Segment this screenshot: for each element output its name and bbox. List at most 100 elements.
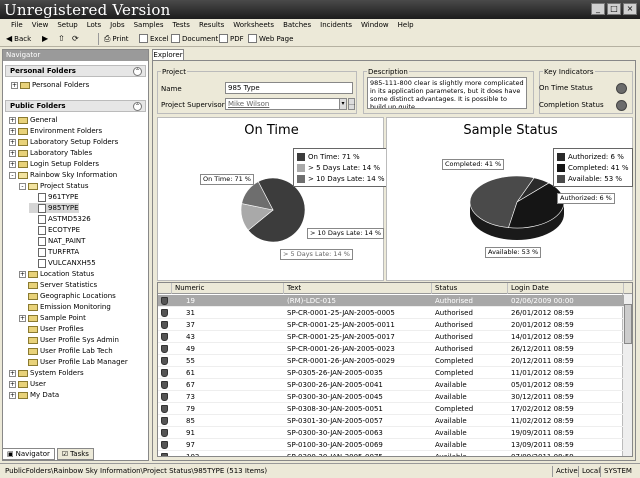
expand-icon[interactable]: + (9, 160, 16, 168)
column-header-status[interactable]: Status (432, 283, 508, 294)
supervisor-dropdown-icon[interactable]: ▾ (339, 98, 347, 110)
tree-item[interactable]: + My Data (9, 390, 59, 400)
menu-lots[interactable]: Lots (87, 21, 101, 29)
collapse-chevron-icon[interactable]: ⌃ (133, 66, 142, 76)
pdf-button[interactable]: PDF (217, 32, 246, 45)
tree-item[interactable]: VULCANXH55 (29, 258, 96, 268)
tree-item[interactable]: Geographic Locations (19, 291, 116, 301)
personal-folders-header[interactable]: Personal Folders ⌃ (5, 65, 146, 77)
menu-help[interactable]: Help (398, 21, 414, 29)
table-row[interactable]: 73 SP-0300-30-JAN-2005-0045 Available 30/12… (158, 391, 624, 403)
expand-icon[interactable]: + (19, 314, 26, 322)
column-header-numeric[interactable]: Numeric (172, 283, 284, 294)
print-button[interactable]: ⎙ Print (102, 32, 131, 45)
menu-file[interactable]: File (11, 21, 23, 29)
table-row[interactable]: 91 SP-0300-30-JAN-2005-0063 Available 19/09… (158, 427, 624, 439)
tree-item[interactable]: Server Statistics (19, 280, 97, 290)
tree-item[interactable]: + Laboratory Tables (9, 148, 92, 158)
menu-tests[interactable]: Tests (173, 21, 190, 29)
table-row[interactable]: 43 SP-CR-0001-25-JAN-2005-0017 Authorised 1… (158, 331, 624, 343)
close-button[interactable]: × (623, 3, 637, 15)
supervisor-field[interactable]: Mike Wilson (225, 98, 343, 110)
expand-icon[interactable]: + (9, 138, 16, 146)
tree-item[interactable]: + Environment Folders (9, 126, 102, 136)
maximize-button[interactable]: □ (607, 3, 621, 15)
public-folders-header[interactable]: Public Folders ⌃ (5, 100, 146, 112)
menu-incidents[interactable]: Incidents (320, 21, 352, 29)
tree-item[interactable]: + User (9, 379, 46, 389)
menu-worksheets[interactable]: Worksheets (233, 21, 274, 29)
tree-item-personal-folders[interactable]: + Personal Folders (11, 80, 89, 90)
tree-item[interactable]: + System Folders (9, 368, 84, 378)
tree-item[interactable]: 985TYPE (29, 203, 79, 213)
collapse-icon[interactable]: - (19, 182, 26, 190)
back-button[interactable]: ◀ Back (4, 32, 33, 45)
tree-item[interactable]: + Location Status (19, 269, 94, 279)
tab-tasks[interactable]: ☑ Tasks (56, 448, 94, 460)
tree-item[interactable]: User Profile Lab Tech (19, 346, 113, 356)
collapse-icon[interactable]: - (9, 171, 16, 179)
project-name-field[interactable]: 985 Type (225, 82, 353, 94)
excel-button[interactable]: Excel (137, 32, 171, 45)
menu-window[interactable]: Window (361, 21, 389, 29)
column-header-text[interactable]: Text (284, 283, 432, 294)
tree-item[interactable]: ECOTYPE (29, 225, 80, 235)
tree-item[interactable]: + General (9, 115, 58, 125)
menu-setup[interactable]: Setup (57, 21, 77, 29)
expand-icon[interactable]: + (9, 127, 16, 135)
webpage-button[interactable]: Web Page (246, 32, 295, 45)
table-row[interactable]: 85 SP-0301-30-JAN-2005-0057 Available 11/02… (158, 415, 624, 427)
tree-item[interactable]: - Project Status (19, 181, 88, 191)
expand-icon[interactable]: + (9, 149, 16, 157)
tree-item[interactable]: + Login Setup Folders (9, 159, 99, 169)
tree-item[interactable]: NAT_PAINT (29, 236, 85, 246)
tree-item[interactable]: ASTMD5326 (29, 214, 91, 224)
tree-item[interactable]: User Profile Sys Admin (19, 335, 119, 345)
tree-item[interactable]: + Sample Point (19, 313, 86, 323)
tree-item[interactable]: User Profiles (19, 324, 84, 334)
menu-results[interactable]: Results (199, 21, 224, 29)
scrollbar-thumb[interactable] (624, 304, 632, 344)
document-button[interactable]: Document (169, 32, 220, 45)
expand-icon[interactable]: + (9, 116, 16, 124)
table-row[interactable]: 103 SP-0300-30-JAN-2005-0075 Available 07/0… (158, 451, 624, 456)
up-folder-button[interactable]: ⇧ (56, 32, 67, 45)
table-row[interactable]: 55 SP-CR-0001-26-JAN-2005-0029 Completed 20… (158, 355, 624, 367)
tree-item[interactable]: 961TYPE (29, 192, 79, 202)
tab-explorer[interactable]: Explorer (152, 49, 184, 60)
refresh-button[interactable]: ⟳ (70, 32, 81, 45)
sample-flask-icon (161, 405, 168, 413)
table-row[interactable]: 61 SP-0305-26-JAN-2005-0035 Completed 11/01… (158, 367, 624, 379)
description-text[interactable]: 985-111-800 clear is slightly more compl… (367, 77, 527, 109)
column-header-login-date[interactable]: Login Date (508, 283, 624, 294)
expand-icon[interactable]: + (9, 391, 16, 399)
on-time-status-indicator (616, 83, 627, 94)
table-row[interactable]: 49 SP-CR-0001-26-JAN-2005-0023 Authorised 2… (158, 343, 624, 355)
menu-samples[interactable]: Samples (134, 21, 164, 29)
table-row[interactable]: 67 SP-0300-26-JAN-2005-0041 Available 05/01… (158, 379, 624, 391)
expand-icon[interactable]: + (9, 369, 16, 377)
table-row[interactable]: 37 SP-CR-0001-25-JAN-2005-0011 Authorised 2… (158, 319, 624, 331)
collapse-chevron-icon[interactable]: ⌃ (133, 101, 142, 111)
available-callout: Available: 53 % (485, 247, 542, 258)
menu-batches[interactable]: Batches (283, 21, 311, 29)
tab-navigator[interactable]: ▣ Navigator (2, 448, 55, 460)
tree-item[interactable]: - Rainbow Sky Information (9, 170, 117, 180)
tree-item[interactable]: Emission Monitoring (19, 302, 111, 312)
menu-view[interactable]: View (32, 21, 49, 29)
minimize-button[interactable]: _ (591, 3, 605, 15)
expand-icon[interactable]: + (11, 81, 18, 89)
tree-item[interactable]: TURFRTA (29, 247, 79, 257)
tree-item[interactable]: + Laboratory Setup Folders (9, 137, 118, 147)
tree-item[interactable]: User Profile Lab Manager (19, 357, 128, 367)
forward-button[interactable]: ▶ (40, 32, 50, 45)
supervisor-lookup-icon[interactable]: … (348, 98, 355, 110)
menu-jobs[interactable]: Jobs (110, 21, 124, 29)
expand-icon[interactable]: + (19, 270, 26, 278)
expand-icon[interactable]: + (9, 380, 16, 388)
tree-item-label: ASTMD5326 (48, 215, 91, 223)
table-row[interactable]: 97 SP-0100-30-JAN-2005-0069 Available 13/09… (158, 439, 624, 451)
table-row[interactable]: 79 SP-0308-30-JAN-2005-0051 Completed 17/02… (158, 403, 624, 415)
table-row[interactable]: 31 SP-CR-0001-25-JAN-2005-0005 Authorised 2… (158, 307, 624, 319)
table-row[interactable]: 19 (RM)-LDC-015 Authorised 02/06/2009 00:00 (158, 295, 624, 307)
